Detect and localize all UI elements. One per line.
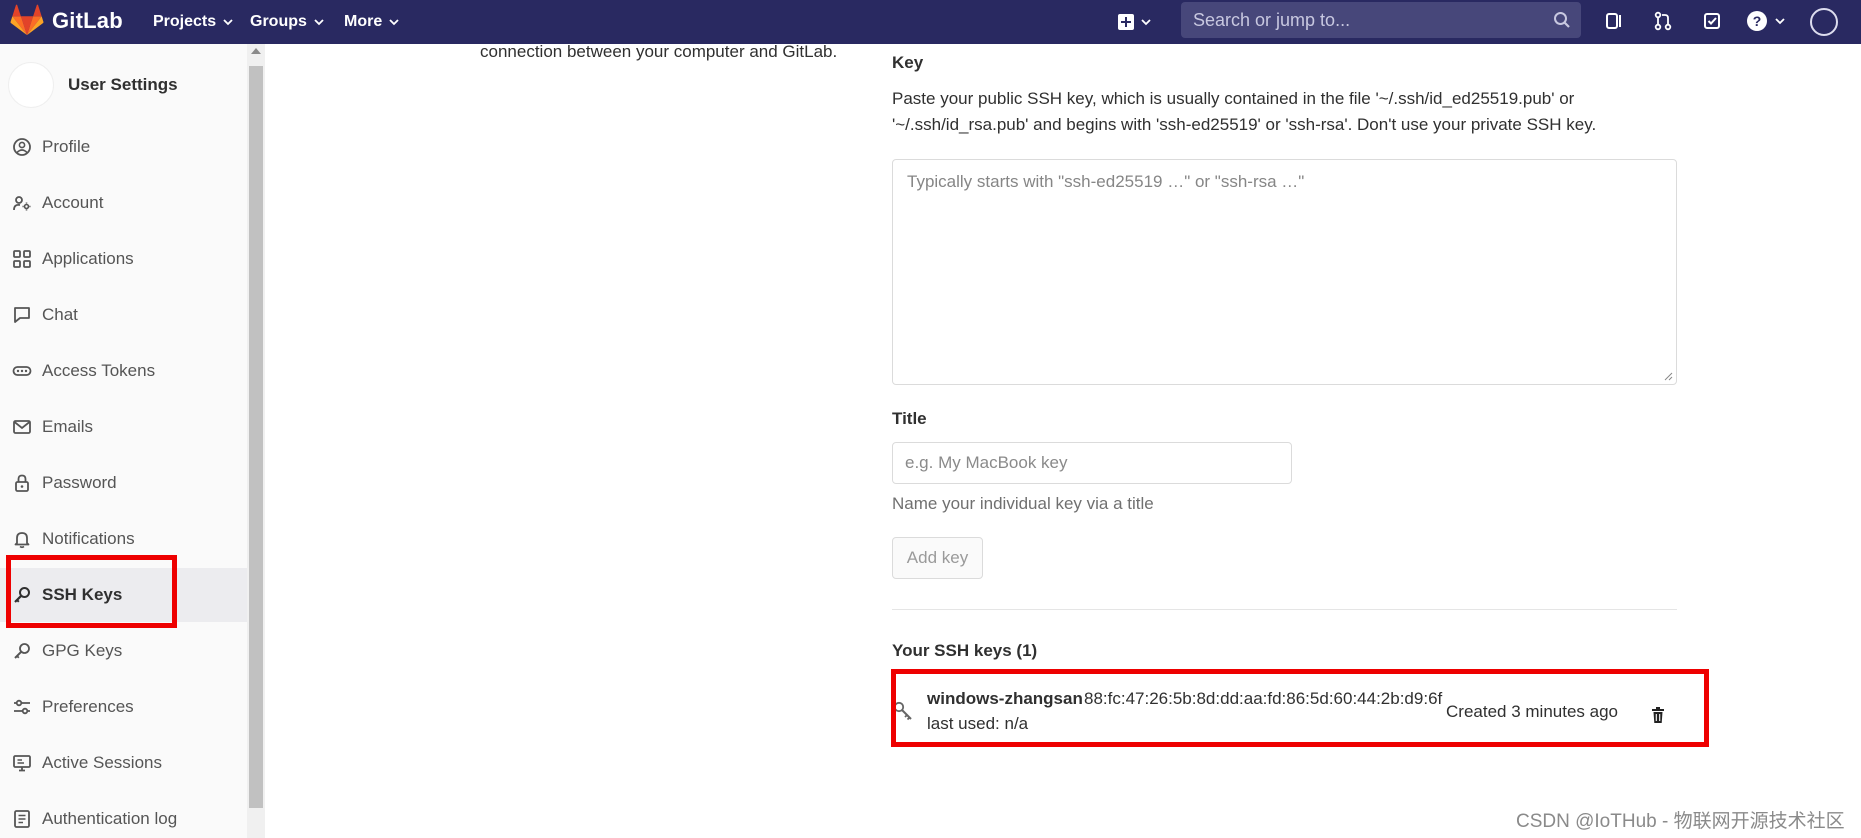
sidebar-item-label: Account — [42, 193, 104, 212]
chevron-down-icon — [1774, 15, 1786, 27]
chevron-down-icon — [388, 16, 400, 28]
chat-icon — [12, 305, 32, 325]
sidebar-item-label: Applications — [42, 249, 134, 268]
scroll-up-arrow-icon[interactable] — [251, 48, 261, 54]
account-icon — [12, 193, 32, 213]
resize-grip-icon[interactable] — [1663, 371, 1673, 381]
mail-icon — [12, 417, 32, 437]
help-icon: ? — [1747, 11, 1767, 31]
key-label: Key — [892, 53, 924, 72]
sidebar-item-label: Password — [42, 473, 117, 492]
more-menu[interactable]: More — [344, 0, 400, 44]
groups-menu-label: Groups — [250, 13, 307, 30]
log-icon — [12, 809, 32, 829]
top-navbar: GitLab Projects Groups More Search or ju… — [0, 0, 1861, 44]
sidebar-context-title: User Settings — [68, 75, 178, 94]
key-placeholder: Typically starts with "ssh-ed25519 …" or… — [907, 172, 1305, 191]
ssh-key-title[interactable]: windows-zhangsan — [927, 689, 1083, 709]
preferences-icon — [12, 697, 32, 717]
chevron-down-icon — [1140, 16, 1152, 28]
chevron-down-icon — [222, 16, 234, 28]
projects-menu-label: Projects — [153, 13, 217, 30]
sidebar-item-label: Emails — [42, 417, 94, 436]
new-dropdown-button[interactable] — [1118, 0, 1152, 44]
settings-sidebar: User Settings Profile Account Applicatio… — [0, 44, 248, 838]
key-icon — [12, 641, 32, 661]
key-icon — [893, 701, 912, 721]
title-placeholder: e.g. My MacBook key — [905, 453, 1068, 472]
bell-icon — [12, 529, 32, 549]
divider — [892, 609, 1677, 610]
sidebar-item-label: GPG Keys — [42, 641, 123, 660]
add-key-button[interactable]: Add key — [892, 537, 983, 579]
sidebar-item-access-tokens[interactable]: Access Tokens — [0, 344, 247, 398]
search-input[interactable]: Search or jump to... — [1181, 2, 1581, 38]
sidebar-item-preferences[interactable]: Preferences — [0, 680, 247, 734]
sidebar-item-authentication-log[interactable]: Authentication log — [0, 792, 247, 838]
profile-icon — [12, 137, 32, 157]
key-icon — [12, 585, 32, 605]
merge-requests-icon[interactable] — [1652, 10, 1674, 32]
ssh-key-created: Created 3 minutes ago — [1446, 702, 1618, 721]
sidebar-item-label: Preferences — [42, 697, 134, 716]
sidebar-item-label: Notifications — [42, 529, 135, 548]
sidebar-item-label: Chat — [42, 305, 78, 324]
issues-icon[interactable] — [1603, 10, 1625, 32]
sidebar-item-profile[interactable]: Profile — [0, 120, 247, 174]
sidebar-item-label: Active Sessions — [42, 753, 162, 772]
ssh-key-last-used: last used: n/a — [927, 714, 1029, 733]
tanuki-icon — [10, 4, 44, 36]
more-menu-label: More — [344, 13, 383, 30]
groups-menu[interactable]: Groups — [250, 0, 325, 44]
key-help-line1: Paste your public SSH key, which is usua… — [892, 89, 1575, 108]
title-input[interactable]: e.g. My MacBook key — [892, 442, 1292, 484]
key-textarea[interactable]: Typically starts with "ssh-ed25519 …" or… — [892, 159, 1677, 385]
brand-name: GitLab — [52, 8, 123, 33]
svg-text:?: ? — [1753, 13, 1762, 29]
sidebar-item-label: SSH Keys — [42, 585, 123, 604]
ssh-key-fingerprint: 88:fc:47:26:5b:8d:dd:aa:fd:86:5d:60:44:2… — [1084, 689, 1443, 708]
sidebar-item-account[interactable]: Account — [0, 176, 247, 230]
chevron-down-icon — [313, 16, 325, 28]
gitlab-logo[interactable]: GitLab — [10, 4, 123, 38]
sidebar-item-label: Profile — [42, 137, 91, 156]
sidebar-item-active-sessions[interactable]: Active Sessions — [0, 736, 247, 790]
sidebar-item-emails[interactable]: Emails — [0, 400, 247, 454]
sidebar-item-label: Authentication log — [42, 809, 178, 828]
projects-menu[interactable]: Projects — [153, 0, 234, 44]
lock-icon — [12, 473, 32, 493]
sidebar-item-notifications[interactable]: Notifications — [0, 512, 247, 566]
sidebar-item-gpg-keys[interactable]: GPG Keys — [0, 624, 247, 678]
title-help: Name your individual key via a title — [892, 494, 1154, 513]
search-placeholder: Search or jump to... — [1193, 10, 1351, 30]
sidebar-item-label: Access Tokens — [42, 361, 156, 380]
watermark: CSDN @IoTHub - 物联网开源技术社区 — [1516, 811, 1845, 832]
monitor-icon — [12, 753, 32, 773]
sidebar-item-applications[interactable]: Applications — [0, 232, 247, 286]
applications-icon — [12, 249, 32, 269]
intro-text: connection between your computer and Git… — [480, 42, 838, 61]
sidebar-item-chat[interactable]: Chat — [0, 288, 247, 342]
sidebar-item-ssh-keys[interactable]: SSH Keys — [0, 568, 247, 622]
token-icon — [12, 361, 32, 381]
sidebar-item-password[interactable]: Password — [0, 456, 247, 510]
help-dropdown-button[interactable]: ? — [1746, 10, 1786, 32]
plus-icon — [1118, 14, 1134, 30]
ssh-keys-heading: Your SSH keys (1) — [892, 641, 1038, 660]
title-label: Title — [892, 409, 927, 428]
key-help-line2: '~/.ssh/id_rsa.pub' and begins with 'ssh… — [892, 115, 1597, 134]
todo-icon[interactable] — [1701, 10, 1723, 32]
sidebar-scrollbar-thumb[interactable] — [249, 66, 263, 808]
avatar — [8, 62, 54, 108]
search-icon — [1554, 12, 1570, 28]
user-avatar[interactable] — [1810, 8, 1838, 36]
sidebar-context-header[interactable]: User Settings — [8, 62, 178, 108]
trash-icon[interactable] — [1650, 706, 1666, 724]
